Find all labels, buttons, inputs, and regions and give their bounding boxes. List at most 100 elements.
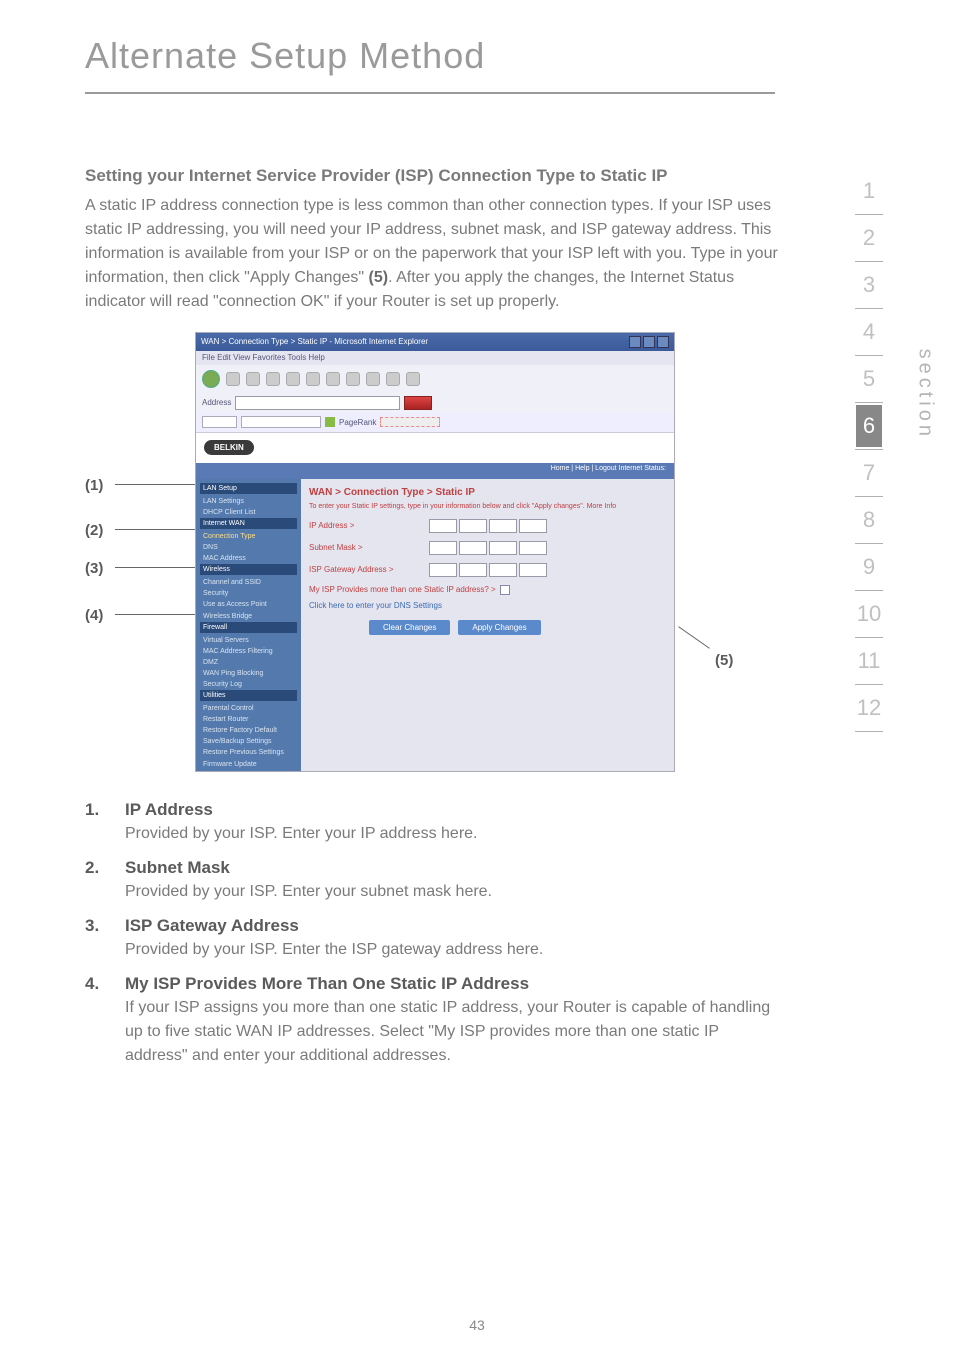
list-title: IP Address — [125, 800, 780, 820]
nav-6[interactable]: 6 — [856, 405, 882, 447]
page-number: 43 — [0, 1317, 954, 1333]
subnet-box-3[interactable] — [489, 541, 517, 555]
google-search-input[interactable] — [241, 416, 321, 428]
list-text: Provided by your ISP. Enter your IP addr… — [125, 822, 780, 846]
callout-5: (5) — [715, 652, 733, 669]
search-icon[interactable] — [306, 372, 320, 386]
gw-box-3[interactable] — [489, 563, 517, 577]
refresh-icon[interactable] — [266, 372, 280, 386]
window-title: WAN > Connection Type > Static IP - Micr… — [201, 337, 428, 346]
max-icon[interactable] — [643, 336, 655, 348]
nav-12[interactable]: 12 — [839, 687, 899, 729]
screenshot-container: (1) (2) (3) (4) (5) WAN > Connection Typ… — [85, 332, 780, 782]
button-row: Clear Changes Apply Changes — [369, 620, 666, 635]
page-title: Alternate Setup Method — [0, 0, 954, 92]
ip-boxes — [429, 519, 547, 533]
sidebar-item-channel[interactable]: Channel and SSID — [200, 577, 297, 588]
history-icon[interactable] — [366, 372, 380, 386]
sidebar-item-ap[interactable]: Use as Access Point — [200, 599, 297, 610]
sidebar-item-dmz[interactable]: DMZ — [200, 657, 297, 668]
nav-10[interactable]: 10 — [839, 593, 899, 635]
ip-box-1[interactable] — [429, 519, 457, 533]
subnet-box-4[interactable] — [519, 541, 547, 555]
stop-icon[interactable] — [246, 372, 260, 386]
nav-9[interactable]: 9 — [839, 546, 899, 588]
address-input[interactable] — [235, 396, 400, 410]
sidebar-item-restoreprev[interactable]: Restore Previous Settings — [200, 747, 297, 758]
subnet-box-2[interactable] — [459, 541, 487, 555]
nav-divider — [855, 449, 883, 450]
list-title: My ISP Provides More Than One Static IP … — [125, 974, 780, 994]
nav-4[interactable]: 4 — [839, 311, 899, 353]
google-blocked[interactable] — [380, 417, 440, 427]
home-icon[interactable] — [286, 372, 300, 386]
google-searchweb-icon[interactable] — [325, 417, 335, 427]
sidebar-item-wanping[interactable]: WAN Ping Blocking — [200, 668, 297, 679]
gw-box-4[interactable] — [519, 563, 547, 577]
ip-box-2[interactable] — [459, 519, 487, 533]
section-label: section — [913, 349, 936, 440]
sidebar-item-parental[interactable]: Parental Control — [200, 703, 297, 714]
callout-2: (2) — [85, 522, 103, 539]
gw-box-1[interactable] — [429, 563, 457, 577]
dns-link[interactable]: Click here to enter your DNS Settings — [309, 601, 666, 610]
intro-bold: (5) — [369, 269, 389, 286]
checkbox-row: My ISP Provides more than one Static IP … — [309, 585, 666, 595]
media-icon[interactable] — [346, 372, 360, 386]
favorites-icon[interactable] — [326, 372, 340, 386]
ip-box-4[interactable] — [519, 519, 547, 533]
sidebar-item-macfilter[interactable]: MAC Address Filtering — [200, 646, 297, 657]
browser-menu[interactable]: File Edit View Favorites Tools Help — [196, 351, 674, 365]
list-text: Provided by your ISP. Enter your subnet … — [125, 880, 780, 904]
nav-11[interactable]: 11 — [839, 640, 899, 682]
address-label: Address — [202, 398, 231, 407]
nav-5[interactable]: 5 — [839, 358, 899, 400]
sidebar-item-dns[interactable]: DNS — [200, 542, 297, 553]
print-icon[interactable] — [406, 372, 420, 386]
nav-2[interactable]: 2 — [839, 217, 899, 259]
google-text: PageRank — [339, 418, 376, 427]
go-button[interactable] — [404, 396, 432, 410]
sidebar-item-security[interactable]: Security — [200, 588, 297, 599]
label-gateway: ISP Gateway Address > — [309, 565, 429, 574]
browser-toolbar — [196, 365, 674, 393]
sidebar-item-firmware[interactable]: Firmware Update — [200, 759, 297, 770]
sidebar-item-conntype[interactable]: Connection Type — [200, 531, 297, 542]
min-icon[interactable] — [629, 336, 641, 348]
apply-button[interactable]: Apply Changes — [458, 620, 540, 635]
mail-icon[interactable] — [386, 372, 400, 386]
nav-7[interactable]: 7 — [839, 452, 899, 494]
sidebar-item-system[interactable]: System Settings — [200, 770, 297, 772]
clear-button[interactable]: Clear Changes — [369, 620, 450, 635]
google-logo[interactable] — [202, 416, 237, 428]
sidebar-item-vservers[interactable]: Virtual Servers — [200, 635, 297, 646]
nav-3[interactable]: 3 — [839, 264, 899, 306]
sidebar-item-bridge[interactable]: Wireless Bridge — [200, 611, 297, 622]
sidebar-item-seclog[interactable]: Security Log — [200, 679, 297, 690]
sidebar-item-dhcp[interactable]: DHCP Client List — [200, 507, 297, 518]
checkbox-input[interactable] — [500, 585, 510, 595]
callout-1: (1) — [85, 477, 103, 494]
nav-8[interactable]: 8 — [839, 499, 899, 541]
nav-1[interactable]: 1 — [839, 170, 899, 212]
sidebar-item-restore[interactable]: Restore Factory Default — [200, 725, 297, 736]
callout-line-3 — [115, 567, 195, 568]
sidebar-head-wan: Internet WAN — [200, 518, 297, 529]
list-body: IP Address Provided by your ISP. Enter y… — [125, 800, 780, 846]
forward-icon[interactable] — [226, 372, 240, 386]
nav-divider — [855, 496, 883, 497]
callout-line-2 — [115, 529, 195, 530]
sidebar-item-lan-settings[interactable]: LAN Settings — [200, 496, 297, 507]
list-body: Subnet Mask Provided by your ISP. Enter … — [125, 858, 780, 904]
router-body: LAN Setup LAN Settings DHCP Client List … — [196, 479, 674, 772]
sidebar-item-mac[interactable]: MAC Address — [200, 553, 297, 564]
sidebar-head-firewall: Firewall — [200, 622, 297, 633]
close-icon[interactable] — [657, 336, 669, 348]
sidebar-item-restart[interactable]: Restart Router — [200, 714, 297, 725]
subnet-box-1[interactable] — [429, 541, 457, 555]
back-icon[interactable] — [202, 370, 220, 388]
list-num: 3. — [85, 916, 125, 962]
gw-box-2[interactable] — [459, 563, 487, 577]
ip-box-3[interactable] — [489, 519, 517, 533]
sidebar-item-backup[interactable]: Save/Backup Settings — [200, 736, 297, 747]
